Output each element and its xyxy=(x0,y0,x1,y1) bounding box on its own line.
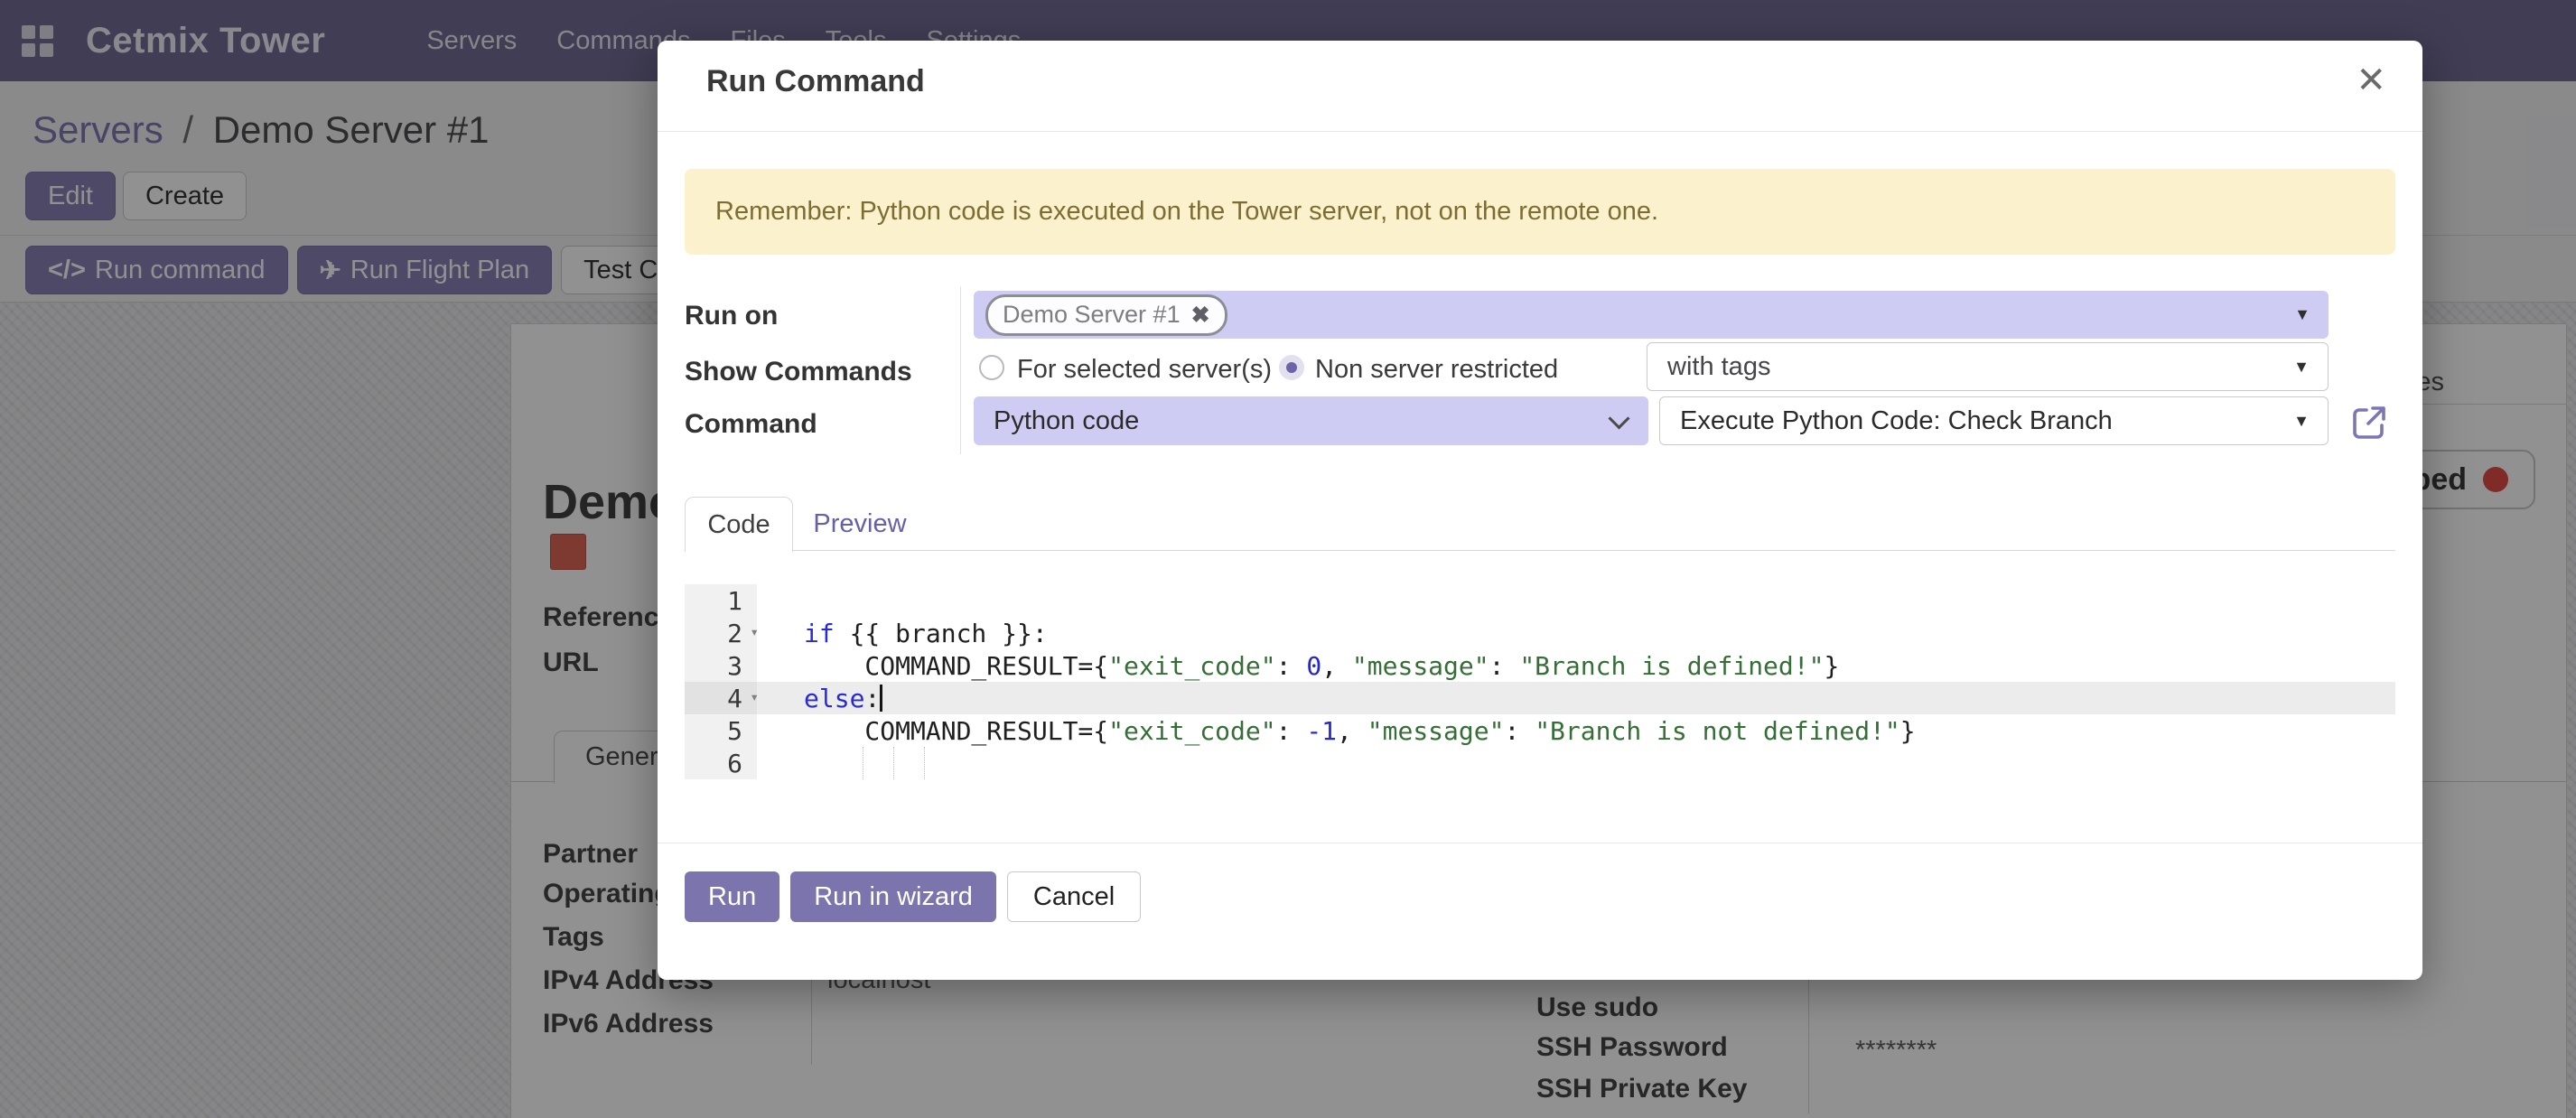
run-button[interactable]: Run xyxy=(685,871,779,922)
tabs-divider xyxy=(685,550,2395,551)
fold-arrow-icon[interactable]: ▾ xyxy=(750,623,759,640)
text-cursor xyxy=(880,685,882,712)
run-command-modal: Run Command ✕ Remember: Python code is e… xyxy=(658,41,2422,980)
tab-code[interactable]: Code xyxy=(685,497,793,552)
caret-down-icon: ▼ xyxy=(2293,412,2310,431)
tag-remove-icon[interactable]: ✖ xyxy=(1191,302,1210,329)
gutter-line-number: 5 xyxy=(685,714,757,747)
close-icon[interactable]: ✕ xyxy=(2356,62,2386,98)
gutter-line-number: 4▾ xyxy=(685,682,757,714)
radio-for-selected-servers[interactable] xyxy=(979,355,1004,380)
command-name-value: Execute Python Code: Check Branch xyxy=(1680,406,2113,436)
label-run-on: Run on xyxy=(685,301,778,331)
warning-text: Remember: Python code is executed on the… xyxy=(715,197,1658,227)
server-tag: Demo Server #1 ✖ xyxy=(985,294,1227,336)
caret-down-icon: ▼ xyxy=(2294,305,2310,324)
caret-down-icon: ▼ xyxy=(2293,358,2310,377)
editor-line-5[interactable]: 5 COMMAND_RESULT={"exit_code": -1, "mess… xyxy=(685,714,2395,747)
code-editor[interactable]: 12▾if {{ branch }}:3 COMMAND_RESULT={"ex… xyxy=(685,584,2395,787)
run-in-wizard-button[interactable]: Run in wizard xyxy=(790,871,996,922)
editor-line-1[interactable]: 1 xyxy=(685,584,2395,617)
with-tags-value: with tags xyxy=(1667,352,1770,382)
fold-arrow-icon[interactable]: ▾ xyxy=(750,688,759,705)
modal-header: Run Command ✕ xyxy=(658,41,2422,132)
with-tags-select[interactable]: with tags ▼ xyxy=(1647,342,2329,391)
chevron-down-icon xyxy=(1608,407,1629,429)
command-name-select[interactable]: Execute Python Code: Check Branch ▼ xyxy=(1659,396,2329,445)
editor-line-3[interactable]: 3 COMMAND_RESULT={"exit_code": 0, "messa… xyxy=(685,649,2395,682)
gutter-line-number: 3 xyxy=(685,649,757,682)
form-label-divider xyxy=(960,286,961,454)
run-on-select[interactable]: Demo Server #1 ✖ ▼ xyxy=(974,291,2329,339)
radio-non-server-restricted[interactable] xyxy=(1279,355,1304,380)
cancel-button[interactable]: Cancel xyxy=(1007,871,1141,922)
external-link-icon[interactable] xyxy=(2348,402,2390,443)
server-tag-label: Demo Server #1 xyxy=(1003,301,1181,329)
command-type-value: Python code xyxy=(994,406,1139,436)
gutter-line-number: 1 xyxy=(685,584,757,617)
label-show-commands: Show Commands xyxy=(685,357,912,387)
editor-line-6[interactable]: 6 xyxy=(685,747,2395,779)
screen: Cetmix Tower Servers Commands Files Tool… xyxy=(0,0,2576,1118)
gutter-line-number: 2▾ xyxy=(685,617,757,649)
radio-non-server-restricted-label[interactable]: Non server restricted xyxy=(1315,355,1558,385)
editor-line-4[interactable]: 4▾else: xyxy=(685,682,2395,714)
modal-footer: Run Run in wizard Cancel xyxy=(685,871,1141,922)
gutter-line-number: 6 xyxy=(685,747,757,779)
command-type-select[interactable]: Python code xyxy=(974,396,1648,445)
radio-for-selected-servers-label[interactable]: For selected server(s) xyxy=(1017,355,1272,385)
warning-alert: Remember: Python code is executed on the… xyxy=(685,169,2395,255)
editor-line-2[interactable]: 2▾if {{ branch }}: xyxy=(685,617,2395,649)
modal-title: Run Command xyxy=(706,64,925,99)
tab-preview[interactable]: Preview xyxy=(802,497,918,551)
label-command: Command xyxy=(685,409,817,440)
